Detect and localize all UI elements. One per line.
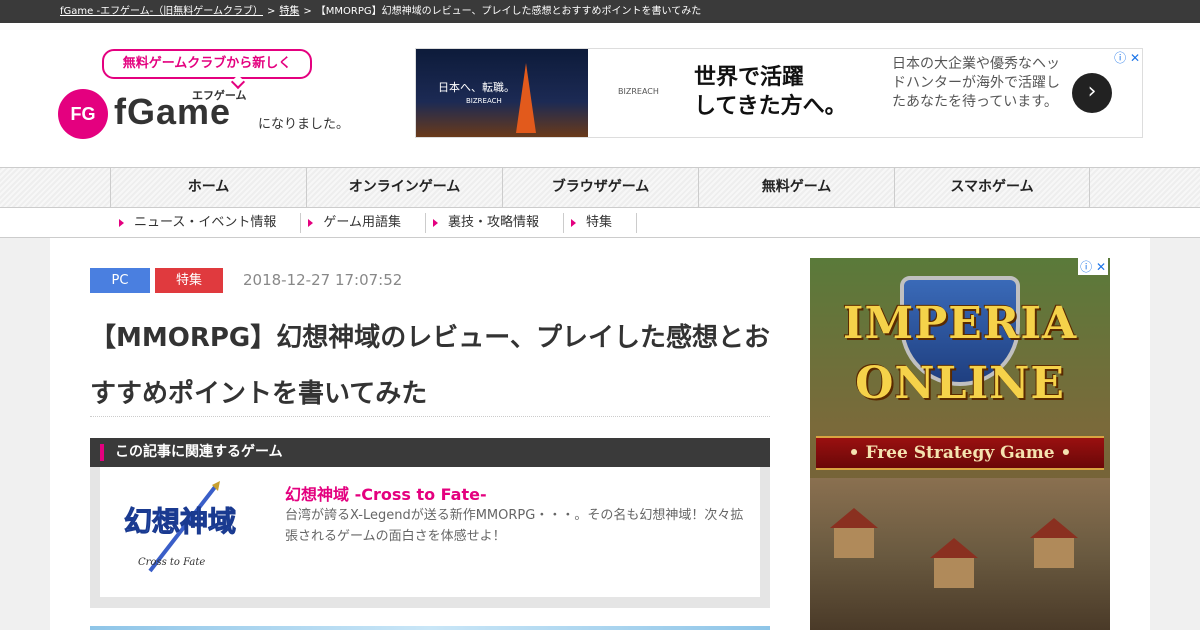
subnav-item-features[interactable]: 特集 [564, 213, 638, 233]
house-roof [1030, 518, 1078, 538]
ad-headline-line-1: 世界で活躍 [694, 65, 805, 90]
tokyo-tower-shape [516, 63, 536, 133]
nav-item-home[interactable]: ホーム [110, 168, 306, 207]
ad-image-subtext: BIZREACH [466, 97, 502, 105]
breadcrumb-separator: > [303, 6, 312, 17]
platform-tag[interactable]: PC [90, 268, 150, 293]
nav-item-online-games[interactable]: オンラインゲーム [306, 168, 502, 207]
house [934, 558, 974, 588]
breadcrumb-section-link[interactable]: 特集 [279, 6, 299, 17]
house [1034, 538, 1074, 568]
article-title: 【MMORPG】幻想神域のレビュー、プレイした感想とおすすめポイントを書いてみた [90, 323, 771, 409]
main-nav: ホーム オンラインゲーム ブラウザゲーム 無料ゲーム スマホゲーム [0, 167, 1200, 208]
game-logo-title: 幻想神域 [124, 505, 236, 538]
nav-item-browser-games[interactable]: ブラウザゲーム [502, 168, 698, 207]
header-ad-banner[interactable]: 日本へ、転職。 BIZREACH BIZREACH 世界で活躍 してきた方へ。 … [415, 48, 1143, 138]
article-hero-image-top [90, 626, 770, 630]
breadcrumb: fGame -エフゲーム-（旧無料ゲームクラブ） > 特集 > 【MMORPG】幻想神域… [0, 0, 1200, 23]
fg-logo-mark: FG [58, 89, 108, 139]
game-logo-subtitle: Cross to Fate [138, 557, 205, 568]
breadcrumb-separator: > [267, 6, 276, 17]
site-header: 無料ゲームクラブから新しく FG エフゲーム fGame になりました。 日本へ… [0, 23, 1200, 167]
side-ad-ribbon: • Free Strategy Game • [816, 436, 1104, 470]
content-area: PC 特集 2018-12-27 17:07:52 【MMORPG】幻想神域のレ… [50, 238, 1150, 630]
article-date: 2018-12-27 17:07:52 [243, 271, 403, 289]
house-roof [830, 508, 878, 528]
related-game-heading: この記事に関連するゲーム [90, 438, 770, 467]
house [834, 528, 874, 558]
ad-headline: 世界で活躍 してきた方へ。 [694, 63, 847, 121]
logo-tagline: になりました。 [258, 117, 350, 132]
sidebar-ad-banner[interactable]: IMPERIA ONLINE • Free Strategy Game • ⓘ … [810, 258, 1110, 630]
house-roof [930, 538, 978, 558]
ad-cta-chevron-icon[interactable]: › [1072, 73, 1112, 113]
side-ad-title-line-1: IMPERIA [842, 298, 1078, 349]
side-ad-title-line-2: ONLINE [855, 358, 1065, 409]
subnav-item-news[interactable]: ニュース・イベント情報 [112, 213, 302, 233]
subnav-item-tips[interactable]: 裏技・攻略情報 [426, 213, 564, 233]
related-game-card[interactable]: 幻想神域 Cross to Fate 幻想神域 -Cross to Fate- … [100, 467, 760, 597]
ad-image-text: 日本へ、転職。 [438, 81, 515, 94]
ad-image: 日本へ、転職。 BIZREACH [416, 49, 588, 137]
logo-bubble: 無料ゲームクラブから新しく [102, 49, 312, 79]
ad-headline-line-2: してきた方へ。 [694, 94, 847, 119]
nav-item-free-games[interactable]: 無料ゲーム [698, 168, 894, 207]
logo-wordmark: fGame [114, 91, 232, 132]
side-ad-town-scene [810, 478, 1110, 630]
side-ad-info-close-icon[interactable]: ⓘ ✕ [1078, 258, 1108, 275]
site-logo[interactable]: 無料ゲームクラブから新しく FG エフゲーム fGame になりました。 [58, 49, 358, 149]
breadcrumb-current: 【MMORPG】幻想神域のレビュー、プレイした感想とおすすめポイントを書いてみた [315, 6, 702, 17]
breadcrumb-home-link[interactable]: fGame -エフゲーム-（旧無料ゲームクラブ） [60, 6, 263, 17]
sub-nav: ニュース・イベント情報 ゲーム用語集 裏技・攻略情報 特集 [0, 208, 1200, 238]
title-divider [90, 416, 770, 417]
related-game-box: この記事に関連するゲーム 幻想神域 Cross to Fate 幻想神域 -Cr… [90, 438, 770, 608]
nav-item-smartphone-games[interactable]: スマホゲーム [894, 168, 1090, 207]
related-game-description: 台湾が誇るX-Legendが送る新作MMORPG・・・。その名も幻想神域！次々拡… [285, 508, 744, 544]
related-game-name-link[interactable]: 幻想神域 -Cross to Fate- [285, 481, 487, 505]
ad-description: 日本の大企業や優秀なヘッドハンターが海外で活躍したあなたを待っています。 [892, 56, 1060, 110]
category-tag[interactable]: 特集 [155, 268, 223, 293]
ad-brand: BIZREACH [618, 87, 659, 96]
subnav-item-glossary[interactable]: ゲーム用語集 [301, 213, 426, 233]
game-logo-image[interactable]: 幻想神域 Cross to Fate [120, 479, 236, 579]
ad-info-close-icon[interactable]: ⓘ ✕ [1114, 49, 1140, 66]
